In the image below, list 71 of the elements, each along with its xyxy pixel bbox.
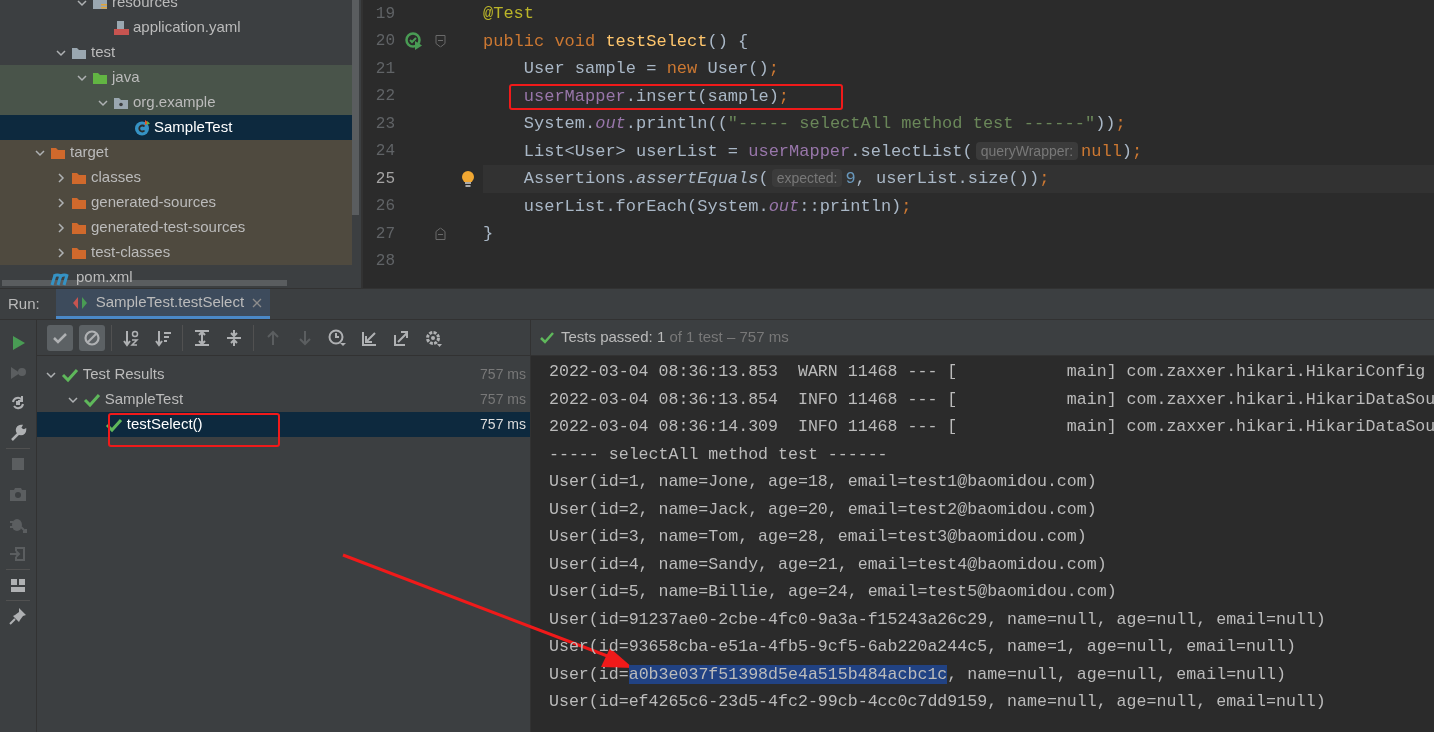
code-line: Assertions.assertEquals( expected: 9, userList.size());: [522, 168, 1050, 190]
yaml-file-icon: [113, 19, 129, 36]
chevron-right-icon[interactable]: [55, 246, 67, 259]
auto-rerun-icon[interactable]: [9, 394, 27, 412]
class-icon: [134, 119, 150, 136]
line-number: 19: [374, 3, 395, 25]
tree-item[interactable]: generated-test-sources: [0, 215, 352, 240]
code-line: }: [483, 223, 494, 245]
line-number: 26: [374, 196, 395, 218]
console-line: User(id=a0b3e037f51398d5e4a515b484acbc1c, name=null, age=null, email=null): [549, 663, 1287, 686]
tree-item[interactable]: target: [0, 140, 352, 165]
fold-icon[interactable]: [435, 34, 446, 48]
code-line: User sample = new User();: [522, 58, 779, 80]
tree-item[interactable]: org.example: [0, 90, 352, 115]
layout-icon[interactable]: [9, 576, 27, 594]
passed-check-icon: [539, 330, 555, 345]
code-line: @Test: [483, 3, 534, 25]
line-number: 23: [374, 113, 395, 135]
passed-check-icon: [105, 416, 123, 433]
lightbulb-icon[interactable]: [461, 169, 475, 188]
chevron-right-icon[interactable]: [55, 196, 67, 209]
code-line: System.out.println(("----- selectAll method test ------"));: [522, 113, 1126, 135]
close-icon[interactable]: [252, 297, 263, 308]
tree-item[interactable]: test: [0, 40, 352, 65]
fold-icon[interactable]: [435, 227, 446, 241]
test-config-icon: [71, 295, 88, 310]
passed-check-icon: [83, 391, 101, 408]
tree-item[interactable]: java: [0, 65, 352, 90]
line-number: 27: [374, 223, 395, 245]
line-number: 25: [374, 168, 395, 190]
console-line: User(id=2, name=Jack, age=20, email=test2@baomidou.com): [549, 498, 1098, 521]
tree-item[interactable]: pom.xml: [0, 265, 352, 288]
test-tree-item[interactable]: testSelect() 757 ms: [37, 412, 530, 437]
console-line: User(id=ef4265c6-23d5-4fc2-99cb-4cc0c7dd9159, name=null, age=null, email=null): [549, 691, 1327, 713]
run-tab[interactable]: SampleTest.testSelect: [55, 289, 271, 319]
test-status: Tests passed: 1 of 1 test – 757 ms: [561, 327, 789, 348]
test-tree-item[interactable]: SampleTest 757 ms: [37, 387, 530, 412]
chevron-right-icon[interactable]: [55, 171, 67, 184]
console-line: 2022-03-04 08:36:14.309 INFO 11468 --- [ main] com.zaxxer.hikari.HikariDataSou: [549, 416, 1434, 438]
scrollbar[interactable]: [352, 0, 359, 215]
console-line: 2022-03-04 08:36:13.853 WARN 11468 --- [ main] com.zaxxer.hikari.HikariConfig: [549, 361, 1427, 383]
tree-item[interactable]: resources: [0, 0, 352, 15]
console-line: User(id=91237ae0-2cbe-4fc0-9a3a-f15243a26c29, name=null, age=null, email=null): [549, 608, 1327, 631]
chevron-down-icon[interactable]: [76, 0, 88, 9]
tree-item[interactable]: test-classes: [0, 240, 352, 265]
line-number: 22: [374, 86, 395, 108]
panel-label: Run:: [7, 293, 41, 314]
console-line: User(id=5, name=Billie, age=24, email=test5@baomidou.com): [549, 581, 1118, 603]
code-line: userList.forEach(System.out::println);: [522, 195, 912, 218]
code-line: List<User> userList = userMapper.selectList( queryWrapper: null);: [522, 140, 1143, 163]
passed-check-icon: [61, 366, 79, 383]
console-line: User(id=3, name=Tom, age=28, email=test3@baomidou.com): [549, 526, 1088, 548]
line-number: 28: [374, 251, 395, 273]
code-line: public void testSelect() {: [483, 30, 749, 53]
line-number: 24: [374, 141, 395, 163]
tree-item[interactable]: classes: [0, 165, 352, 190]
wrench-icon[interactable]: [9, 424, 27, 442]
console-line: ----- selectAll method test ------: [549, 443, 889, 466]
tree-item[interactable]: application.yaml: [0, 15, 352, 40]
line-number: 21: [374, 58, 395, 80]
chevron-right-icon[interactable]: [55, 221, 67, 234]
run-test-icon[interactable]: [405, 32, 423, 51]
test-tree-item[interactable]: Test Results 757 ms: [37, 362, 530, 387]
console-line: 2022-03-04 08:36:13.854 INFO 11468 --- [ main] com.zaxxer.hikari.HikariDataSou: [549, 388, 1434, 411]
console-line: User(id=1, name=Jone, age=18, email=test1@baomidou.com): [549, 471, 1098, 493]
code-line: userMapper.insert(sample);: [522, 85, 790, 108]
line-number: 20: [374, 31, 395, 53]
console-line: User(id=4, name=Sandy, age=21, email=test4@baomidou.com): [549, 553, 1108, 576]
tree-item[interactable]: SampleTest: [0, 115, 352, 140]
tree-item[interactable]: generated-sources: [0, 190, 352, 215]
pin-icon[interactable]: [9, 607, 27, 625]
